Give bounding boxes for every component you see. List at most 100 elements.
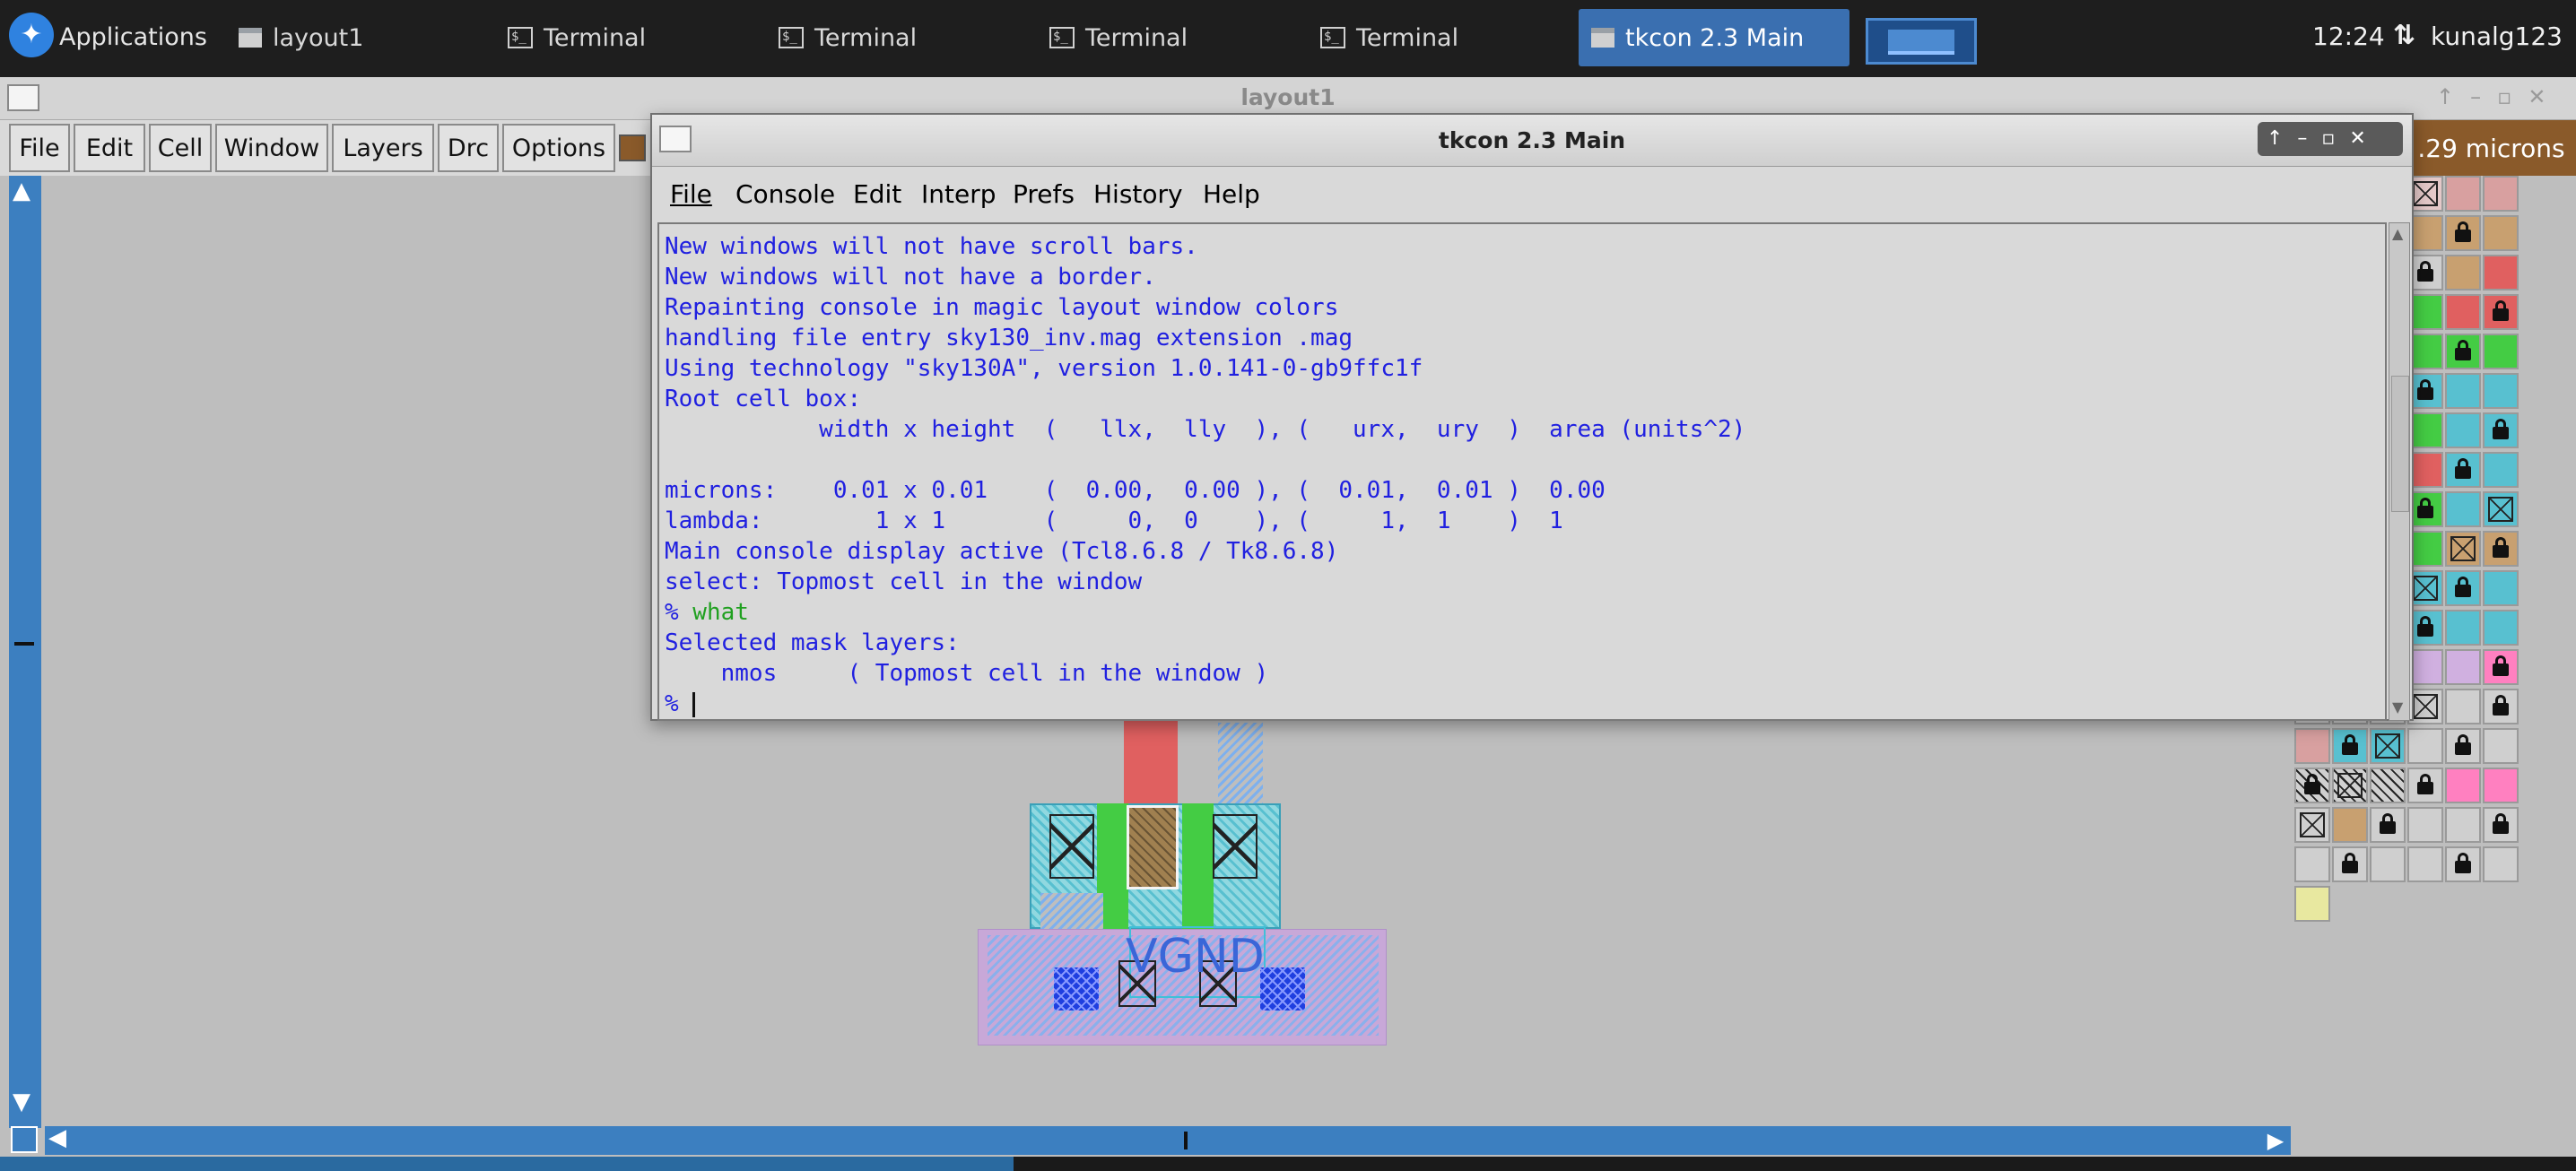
- arrow-up-icon[interactable]: ▲: [13, 178, 30, 204]
- console-scroll-thumb[interactable]: [2391, 376, 2409, 512]
- task-terminal-3[interactable]: $_ Terminal: [1037, 9, 1306, 66]
- menu-file[interactable]: File: [9, 124, 70, 172]
- tkcon-titlebar[interactable]: tkcon 2.3 Main ↑–▫✕: [652, 115, 2412, 167]
- lock-icon[interactable]: [2294, 768, 2330, 803]
- lock-icon[interactable]: [2445, 334, 2481, 369]
- tk-menu-interp[interactable]: Interp: [921, 179, 996, 209]
- vertical-scrollbar[interactable]: ▲ ▼: [9, 176, 41, 1128]
- scroll-thumb-h[interactable]: [1184, 1132, 1188, 1149]
- lock-icon[interactable]: [2483, 649, 2519, 685]
- task-terminal-1[interactable]: $_ Terminal: [495, 9, 764, 66]
- layer-swatch[interactable]: [2445, 373, 2481, 409]
- check-box-icon[interactable]: [619, 134, 646, 161]
- window-controls[interactable]: ↑–▫✕: [2436, 84, 2562, 109]
- task-terminal-4[interactable]: $_ Terminal: [1308, 9, 1577, 66]
- layer-swatch[interactable]: [2407, 728, 2443, 764]
- layer-swatch[interactable]: [2370, 846, 2406, 882]
- layer-swatch[interactable]: [2483, 610, 2519, 646]
- layer-swatch[interactable]: [2445, 689, 2481, 724]
- nmos-transistor[interactable]: [1127, 805, 1179, 889]
- menu-drc[interactable]: Drc: [438, 124, 499, 172]
- xfce-logo-icon[interactable]: ✦: [9, 13, 54, 57]
- lock-icon[interactable]: [2483, 412, 2519, 448]
- lock-icon[interactable]: [2332, 846, 2368, 882]
- layer-swatch[interactable]: [2294, 886, 2330, 922]
- layer-swatch[interactable]: [2483, 570, 2519, 606]
- layer-swatch[interactable]: [2294, 846, 2330, 882]
- tk-menu-file[interactable]: File: [670, 179, 712, 209]
- menu-window[interactable]: Window: [215, 124, 328, 172]
- horizontal-scrollbar[interactable]: ◀: [45, 1124, 2260, 1155]
- scroll-thumb[interactable]: [14, 642, 34, 646]
- top-panel: ✦ Applications layout1 $_ Terminal $_ Te…: [0, 0, 2576, 77]
- task-layout1[interactable]: layout1: [226, 9, 495, 66]
- menu-cell[interactable]: Cell: [149, 124, 212, 172]
- menu-layers[interactable]: Layers: [332, 124, 434, 172]
- task-tkcon[interactable]: tkcon 2.3 Main: [1579, 9, 1849, 66]
- layer-swatch[interactable]: [2370, 728, 2406, 764]
- lock-icon[interactable]: [2483, 531, 2519, 567]
- task-terminal-2[interactable]: $_ Terminal: [766, 9, 1035, 66]
- zoom-box-icon[interactable]: [11, 1126, 38, 1153]
- layer-swatch[interactable]: [2483, 768, 2519, 803]
- layer-swatch[interactable]: [2445, 531, 2481, 567]
- layer-swatch[interactable]: [2370, 768, 2406, 803]
- lock-icon[interactable]: [2407, 768, 2443, 803]
- layer-swatch[interactable]: [2483, 373, 2519, 409]
- console-scrollbar[interactable]: ▲ ▼: [2389, 222, 2410, 721]
- layer-swatch[interactable]: [2332, 807, 2368, 843]
- layer-swatch[interactable]: [2483, 728, 2519, 764]
- arrow-down-icon[interactable]: ▼: [2392, 698, 2403, 716]
- layer-swatch[interactable]: [2483, 452, 2519, 488]
- arrow-down-icon[interactable]: ▼: [13, 1089, 30, 1115]
- layer-swatch[interactable]: [2445, 807, 2481, 843]
- tk-menu-prefs[interactable]: Prefs: [1013, 179, 1075, 209]
- workspace-switcher[interactable]: [1866, 18, 1977, 65]
- layer-swatch[interactable]: [2445, 176, 2481, 212]
- layer-swatch[interactable]: [2294, 807, 2330, 843]
- layer-swatch[interactable]: [2407, 807, 2443, 843]
- layer-swatch[interactable]: [2445, 255, 2481, 291]
- lock-icon[interactable]: [2332, 728, 2368, 764]
- network-icon[interactable]: ⇅: [2393, 20, 2415, 51]
- input-line[interactable]: %: [665, 689, 2385, 719]
- layer-swatch[interactable]: [2445, 768, 2481, 803]
- console-output[interactable]: New windows will not have scroll bars. Ne…: [657, 222, 2387, 721]
- layer-swatch[interactable]: [2483, 176, 2519, 212]
- window-controls[interactable]: ↑–▫✕: [2258, 122, 2403, 156]
- lock-icon[interactable]: [2445, 570, 2481, 606]
- applications-menu[interactable]: Applications: [59, 23, 207, 51]
- menu-edit[interactable]: Edit: [74, 124, 145, 172]
- layer-swatch[interactable]: [2483, 334, 2519, 369]
- arrow-left-icon[interactable]: ◀: [48, 1124, 66, 1151]
- layer-swatch[interactable]: [2294, 728, 2330, 764]
- tk-menu-edit[interactable]: Edit: [853, 179, 901, 209]
- lock-icon[interactable]: [2445, 452, 2481, 488]
- lock-icon[interactable]: [2445, 215, 2481, 251]
- layer-swatch[interactable]: [2445, 294, 2481, 330]
- clock[interactable]: 12:24: [2312, 22, 2385, 51]
- lock-icon[interactable]: [2445, 846, 2481, 882]
- layer-swatch[interactable]: [2445, 649, 2481, 685]
- lock-icon[interactable]: [2483, 807, 2519, 843]
- lock-icon[interactable]: [2483, 294, 2519, 330]
- layer-swatch[interactable]: [2407, 846, 2443, 882]
- lock-icon[interactable]: [2445, 728, 2481, 764]
- layer-swatch[interactable]: [2445, 491, 2481, 527]
- layer-swatch[interactable]: [2483, 491, 2519, 527]
- lock-icon[interactable]: [2483, 689, 2519, 724]
- layer-swatch[interactable]: [2483, 215, 2519, 251]
- tk-menu-console[interactable]: Console: [735, 179, 835, 209]
- arrow-up-icon[interactable]: ▲: [2392, 225, 2403, 242]
- layer-swatch[interactable]: [2483, 846, 2519, 882]
- user-menu[interactable]: kunalg123: [2431, 22, 2563, 51]
- layer-swatch[interactable]: [2483, 255, 2519, 291]
- tk-menu-history[interactable]: History: [1093, 179, 1183, 209]
- lock-icon[interactable]: [2370, 807, 2406, 843]
- arrow-right-icon[interactable]: ▶: [2260, 1126, 2291, 1155]
- layer-swatch[interactable]: [2332, 768, 2368, 803]
- tk-menu-help[interactable]: Help: [1203, 179, 1260, 209]
- layer-swatch[interactable]: [2445, 412, 2481, 448]
- menu-options[interactable]: Options: [502, 124, 615, 172]
- layer-swatch[interactable]: [2445, 610, 2481, 646]
